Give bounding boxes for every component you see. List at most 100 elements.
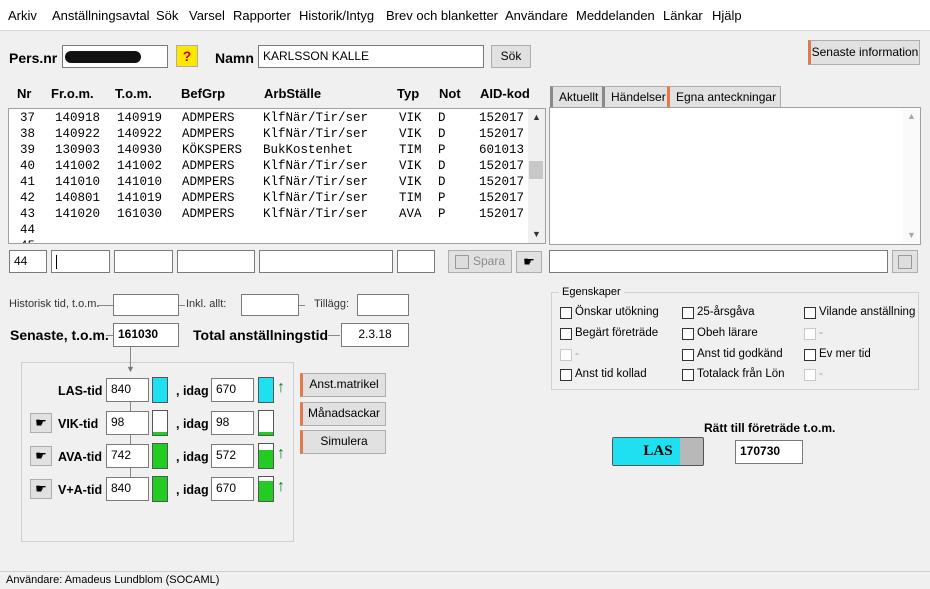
status-bar: Användare: Amadeus Lundblom (SOCAML) — [0, 571, 930, 589]
table-row[interactable]: 40 141002 141002 ADMPERS KlfNär/Tir/ser VIK D 1… — [9, 158, 527, 174]
foretrade-title: Rätt till företräde t.o.m. — [704, 421, 836, 435]
table-row[interactable]: 45 — [9, 238, 527, 243]
col-header-aidkod[interactable]: AID-kod — [480, 86, 530, 101]
vatid-value-field[interactable]: 840 — [106, 477, 149, 501]
total-label: Total anställningstid — [193, 327, 329, 343]
notes-scrollbar[interactable]: ▲ ▼ — [903, 108, 920, 244]
inkl-field[interactable] — [241, 294, 299, 316]
lastid-idag-field[interactable]: 670 — [211, 378, 254, 402]
scroll-down-icon[interactable]: ▼ — [532, 229, 541, 239]
table-row[interactable]: 43 141020 161030 ADMPERS KlfNär/Tir/ser AVA P 1… — [9, 206, 527, 222]
foretrade-date-field[interactable]: 170730 — [735, 440, 803, 464]
cell-arbstalle: KlfNär/Tir/ser — [263, 191, 369, 205]
cell-not: P — [438, 143, 446, 157]
table-row[interactable]: 37 140918 140919 ADMPERS KlfNär/Tir/ser VIK D 1… — [9, 110, 527, 126]
col-header-arbstalle[interactable]: ArbStälle — [264, 86, 321, 101]
menu-arkiv[interactable]: Arkiv — [8, 8, 37, 23]
menu-brev[interactable]: Brev och blanketter — [386, 8, 498, 23]
menu-hjalp[interactable]: Hjälp — [712, 8, 742, 23]
notes-area[interactable]: ▲ ▼ — [549, 107, 921, 245]
viktid-idag-field[interactable]: 98 — [211, 411, 254, 435]
anst-matrikel-button[interactable]: Anst.matrikel — [300, 373, 386, 397]
save-icon — [898, 255, 912, 269]
col-header-from[interactable]: Fr.o.m. — [51, 86, 94, 101]
cell-typ: VIK — [399, 175, 422, 189]
vatid-idag-field[interactable]: 670 — [211, 477, 254, 501]
col-header-tom[interactable]: T.o.m. — [115, 86, 152, 101]
simulera-button[interactable]: Simulera — [300, 430, 386, 454]
scroll-down-icon[interactable]: ▼ — [907, 230, 916, 240]
pointing-hand-button[interactable]: ☛ — [30, 446, 52, 466]
cell-nr: 39 — [20, 143, 36, 157]
menu-rapporter[interactable]: Rapporter — [233, 8, 291, 23]
manadsackar-button[interactable]: Månadsackar — [300, 402, 386, 426]
col-header-befgrp[interactable]: BefGrp — [181, 86, 225, 101]
checkbox-anst-tid-godkänd[interactable] — [682, 349, 694, 361]
menu-sok[interactable]: Sök — [156, 8, 178, 23]
checkbox-begärt-företräde[interactable] — [560, 328, 572, 340]
namn-field[interactable]: KARLSSON KALLE — [258, 45, 484, 68]
scroll-up-icon[interactable]: ▲ — [907, 111, 916, 121]
table-row[interactable]: 42 140801 141019 ADMPERS KlfNär/Tir/ser TIM P 1… — [9, 190, 527, 206]
senaste-information-button[interactable]: Senaste information — [808, 40, 920, 65]
checkbox-vilande-anställning[interactable] — [804, 307, 816, 319]
spara-button[interactable]: Spara — [448, 250, 512, 273]
menu-anvandare[interactable]: Användare — [505, 8, 568, 23]
edit-from-field[interactable] — [51, 250, 110, 273]
checkbox-totalack-från-lön[interactable] — [682, 369, 694, 381]
save-note-button[interactable] — [892, 250, 918, 273]
help-button[interactable]: ? — [176, 45, 198, 67]
total-field[interactable]: 2.3.18 — [341, 323, 409, 347]
checkbox-ev-mer-tid[interactable] — [804, 349, 816, 361]
checkbox-obeh-lärare[interactable] — [682, 328, 694, 340]
col-header-typ[interactable]: Typ — [397, 86, 419, 101]
edit-tom-field[interactable] — [114, 250, 173, 273]
col-header-nr[interactable]: Nr — [17, 86, 31, 101]
menu-lankar[interactable]: Länkar — [663, 8, 703, 23]
vatid-idag-bar — [258, 476, 274, 502]
table-row[interactable]: 39 130903 140930 KÖKSPERS BukKostenhet TIM P 60… — [9, 142, 527, 158]
lastid-bar-fill — [153, 378, 167, 402]
historisk-field[interactable] — [113, 294, 179, 316]
checkbox-önskar-utökning[interactable] — [560, 307, 572, 319]
persnr-field[interactable] — [62, 45, 168, 68]
scroll-thumb[interactable] — [529, 161, 543, 179]
note-input[interactable] — [549, 250, 888, 273]
edit-befgrp-field[interactable] — [177, 250, 255, 273]
menu-meddelanden[interactable]: Meddelanden — [576, 8, 655, 23]
checkbox-anst-tid-kollad[interactable] — [560, 369, 572, 381]
tab-aktuellt[interactable]: Aktuellt — [550, 86, 604, 107]
redaction-mark — [65, 51, 141, 63]
pointing-hand-button[interactable]: ☛ — [30, 413, 52, 433]
edit-nr-field[interactable]: 44 — [9, 250, 47, 273]
pointing-hand-button[interactable]: ☛ — [516, 251, 542, 273]
table-row[interactable]: 38 140922 140922 ADMPERS KlfNär/Tir/ser VIK D 1… — [9, 126, 527, 142]
employment-table[interactable]: 37 140918 140919 ADMPERS KlfNär/Tir/ser VIK D 1… — [8, 108, 546, 244]
avatid-idag-field[interactable]: 572 — [211, 444, 254, 468]
cell-nr: 38 — [20, 127, 36, 141]
tab-egna-anteckningar[interactable]: Egna anteckningar — [667, 86, 782, 107]
scroll-up-icon[interactable]: ▲ — [532, 112, 541, 122]
edit-arbstalle-field[interactable] — [259, 250, 393, 273]
senaste-field[interactable]: 161030 — [113, 323, 179, 347]
tillagg-field[interactable] — [357, 294, 409, 316]
viktid-value-field[interactable]: 98 — [106, 411, 149, 435]
menu-historik[interactable]: Historik/Intyg — [299, 8, 374, 23]
table-row[interactable]: 41 141010 141010 ADMPERS KlfNär/Tir/ser VIK D 1… — [9, 174, 527, 190]
viktid-idag-bar-fill — [259, 432, 273, 435]
edit-typ-field[interactable] — [397, 250, 435, 273]
lastid-value-field[interactable]: 840 — [106, 378, 149, 402]
senaste-label: Senaste, t.o.m. — [10, 327, 109, 343]
avatid-value-field[interactable]: 742 — [106, 444, 149, 468]
checkbox-25-årsgåva[interactable] — [682, 307, 694, 319]
tab-handelser[interactable]: Händelser — [602, 86, 671, 107]
menu-anstallningsavtal[interactable]: Anställningsavtal — [52, 8, 150, 23]
table-scrollbar[interactable]: ▲ ▼ — [528, 109, 545, 243]
pointing-hand-button[interactable]: ☛ — [30, 479, 52, 499]
table-row[interactable]: 44 — [9, 222, 527, 238]
cell-tom: 141019 — [117, 191, 163, 205]
col-header-not[interactable]: Not — [439, 86, 461, 101]
cell-not: D — [438, 127, 446, 141]
menu-varsel[interactable]: Varsel — [189, 8, 225, 23]
sok-button[interactable]: Sök — [491, 45, 531, 68]
